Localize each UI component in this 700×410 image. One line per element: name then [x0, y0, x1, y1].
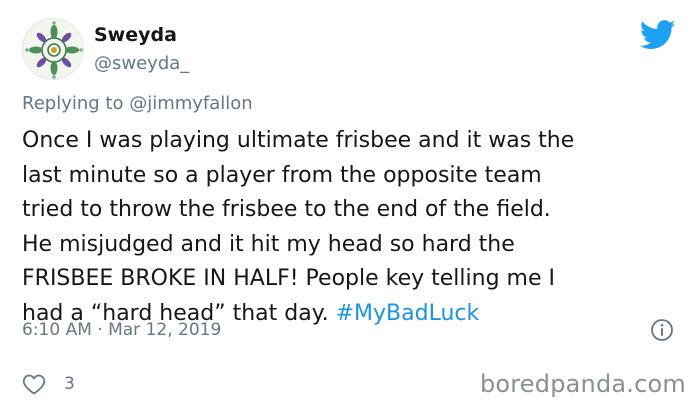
tweet-line: last minute so a player from the opposit…	[22, 162, 542, 188]
twitter-bird-icon[interactable]	[640, 20, 676, 50]
watermark: boredpanda.com	[479, 370, 686, 398]
hashtag-link[interactable]: #MyBadLuck	[336, 301, 480, 326]
tweet-line: He misjudged and it hit my head so hard …	[22, 231, 515, 257]
tweet-text: Once I was playing ultimate frisbee and …	[22, 124, 686, 331]
reply-mention-link[interactable]: @jimmyfallon	[129, 93, 253, 114]
avatar[interactable]	[22, 18, 84, 80]
reply-prefix: Replying to	[22, 93, 130, 114]
tweet-line: FRISBEE BROKE IN HALF! People key tellin…	[22, 266, 555, 291]
heart-icon[interactable]	[22, 373, 46, 395]
tweet-card: Sweyda @sweyda_ Replying to @jimmyfallon…	[0, 0, 700, 410]
display-name[interactable]: Sweyda	[94, 24, 177, 46]
tweet-timestamp[interactable]: 6:10 AM · Mar 12, 2019	[22, 320, 221, 340]
mandala-avatar-image	[23, 19, 83, 79]
info-icon[interactable]	[650, 318, 674, 342]
tweet-line: tried to throw the frisbee to the end of…	[22, 197, 551, 222]
tweet-line: Once I was playing ultimate frisbee and …	[22, 128, 575, 153]
user-handle[interactable]: @sweyda_	[94, 53, 189, 74]
like-count: 3	[64, 374, 75, 394]
reply-context: Replying to @jimmyfallon	[22, 93, 253, 114]
like-action[interactable]: 3	[22, 372, 75, 396]
